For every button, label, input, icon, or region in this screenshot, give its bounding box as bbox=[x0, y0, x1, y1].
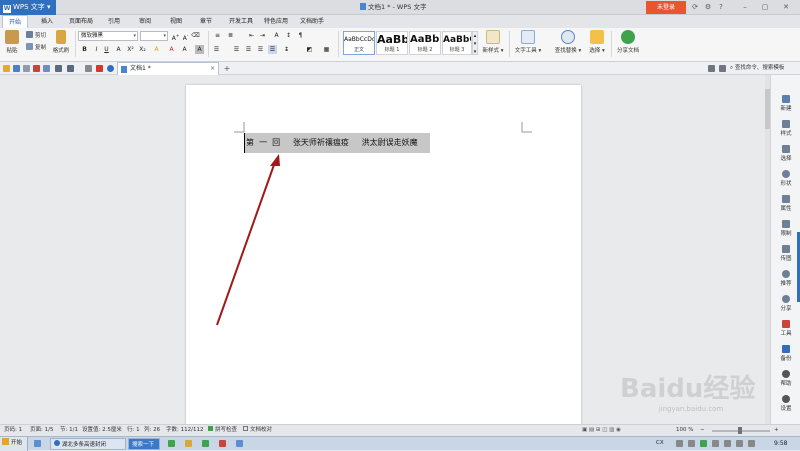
rail-shape[interactable]: 形状 bbox=[771, 170, 800, 187]
taskbar-wps-icon[interactable] bbox=[219, 440, 226, 447]
restrict-icon bbox=[782, 220, 790, 228]
rail-label: 限制 bbox=[780, 231, 792, 237]
taskbar-app-icon[interactable] bbox=[202, 440, 209, 447]
tray-icon[interactable] bbox=[700, 440, 707, 447]
taskbar-app-icon[interactable] bbox=[34, 440, 41, 447]
select-icon bbox=[782, 145, 790, 153]
rail-label: 形状 bbox=[780, 181, 792, 187]
rail-style[interactable]: 样式 bbox=[771, 120, 800, 137]
toolbox-icon bbox=[782, 320, 790, 328]
tray-icon[interactable] bbox=[712, 440, 719, 447]
rail-settings[interactable]: 设置 bbox=[771, 395, 800, 412]
status-proof-label: 文档校对 bbox=[250, 427, 273, 433]
tray-icon[interactable] bbox=[736, 440, 743, 447]
rail-backup[interactable]: 备份 bbox=[771, 345, 800, 362]
watermark-url: jingyan.baidu.com bbox=[658, 405, 724, 413]
status-bar: 页码: 1 页面: 1/5 节: 1/1 设置值: 2.5厘米 行: 1 列: … bbox=[0, 424, 800, 436]
help-icon bbox=[782, 370, 790, 378]
rail-share[interactable]: 分享 bbox=[771, 295, 800, 312]
zoom-slider-knob[interactable] bbox=[738, 427, 742, 434]
proof-icon bbox=[243, 426, 248, 431]
tray-icon[interactable] bbox=[724, 440, 731, 447]
right-task-pane: 新建 样式 选择 形状 属性 限制 传图 推荐 分享 工具 备份 帮助 设置 bbox=[770, 75, 800, 424]
arrow-head bbox=[270, 154, 280, 166]
rail-label: 设置 bbox=[780, 406, 792, 412]
bulb-icon bbox=[782, 270, 790, 278]
share-icon bbox=[782, 295, 790, 303]
shape-icon bbox=[782, 170, 790, 178]
os-taskbar: 开始 湖北多条高速封闭 搜索一下 CX 9:58 bbox=[0, 436, 800, 451]
arrow-shaft bbox=[216, 161, 276, 326]
rail-label: 传图 bbox=[780, 256, 792, 262]
rail-label: 样式 bbox=[780, 131, 792, 137]
status-page: 页码: 1 bbox=[4, 427, 23, 433]
taskbar-browser-item[interactable]: 湖北多条高速封闭 bbox=[50, 438, 126, 450]
rail-select[interactable]: 选择 bbox=[771, 145, 800, 162]
baidu-jingyan-watermark: Baidu经验 bbox=[620, 373, 755, 404]
rail-tools[interactable]: 工具 bbox=[771, 320, 800, 337]
browser-icon bbox=[54, 440, 60, 446]
status-wordcount[interactable]: 字数: 112/112 bbox=[166, 425, 203, 436]
status-spellcheck-label: 拼写检查 bbox=[215, 427, 238, 433]
watermark-logo-text: Baidu经验 bbox=[620, 373, 755, 404]
style-icon bbox=[782, 120, 790, 128]
zoom-value[interactable]: 100 % bbox=[676, 425, 693, 436]
rail-restrict[interactable]: 限制 bbox=[771, 220, 800, 237]
rail-upload-image[interactable]: 传图 bbox=[771, 245, 800, 262]
status-proof[interactable]: 文档校对 bbox=[243, 425, 272, 436]
zoom-in-icon[interactable]: + bbox=[774, 425, 779, 436]
taskbar-app-icon[interactable] bbox=[236, 440, 243, 447]
volume-icon[interactable] bbox=[748, 440, 755, 447]
rail-properties[interactable]: 属性 bbox=[771, 195, 800, 212]
taskbar-app-icon[interactable] bbox=[185, 440, 192, 447]
rail-new[interactable]: 新建 bbox=[771, 95, 800, 112]
rail-label: 工具 bbox=[780, 331, 792, 337]
rail-recommend[interactable]: 推荐 bbox=[771, 270, 800, 287]
status-col: 列: 26 bbox=[144, 427, 161, 433]
backup-icon bbox=[782, 345, 790, 353]
properties-icon bbox=[782, 195, 790, 203]
rail-label: 推荐 bbox=[780, 281, 792, 287]
gear-icon bbox=[782, 395, 790, 403]
rail-label: 帮助 bbox=[780, 381, 792, 387]
view-mode-icons[interactable]: ▣ ▤ ⊞ ◫ ▥ ◉ bbox=[582, 425, 621, 436]
start-label: 开始 bbox=[11, 440, 23, 446]
rail-label: 属性 bbox=[780, 206, 792, 212]
zoom-out-icon[interactable]: − bbox=[700, 425, 705, 436]
status-row: 行: 1 bbox=[127, 427, 140, 433]
rail-help[interactable]: 帮助 bbox=[771, 370, 800, 387]
status-pages: 页面: 1/5 bbox=[30, 427, 54, 433]
taskbar-search-item[interactable]: 搜索一下 bbox=[128, 438, 160, 450]
check-icon bbox=[208, 426, 213, 431]
rail-label: 分享 bbox=[780, 306, 792, 312]
taskbar-task-label: 湖北多条高速封闭 bbox=[62, 442, 107, 448]
rail-label: 选择 bbox=[780, 156, 792, 162]
status-spellcheck[interactable]: 拼写检查 bbox=[208, 425, 237, 436]
ime-indicator[interactable]: CX bbox=[656, 437, 664, 450]
windows-logo-icon bbox=[2, 438, 9, 445]
new-icon bbox=[782, 95, 790, 103]
status-setting: 设置值: 2.5厘米 bbox=[82, 427, 122, 433]
rail-label: 备份 bbox=[780, 356, 792, 362]
rail-label: 新建 bbox=[780, 106, 792, 112]
status-section: 节: 1/1 bbox=[60, 427, 78, 433]
start-button[interactable]: 开始 bbox=[0, 437, 28, 451]
taskbar-clock[interactable]: 9:58 bbox=[774, 437, 787, 450]
taskbar-app-icon[interactable] bbox=[168, 440, 175, 447]
tray-icon[interactable] bbox=[688, 440, 695, 447]
image-icon bbox=[782, 245, 790, 253]
tray-icon[interactable] bbox=[676, 440, 683, 447]
